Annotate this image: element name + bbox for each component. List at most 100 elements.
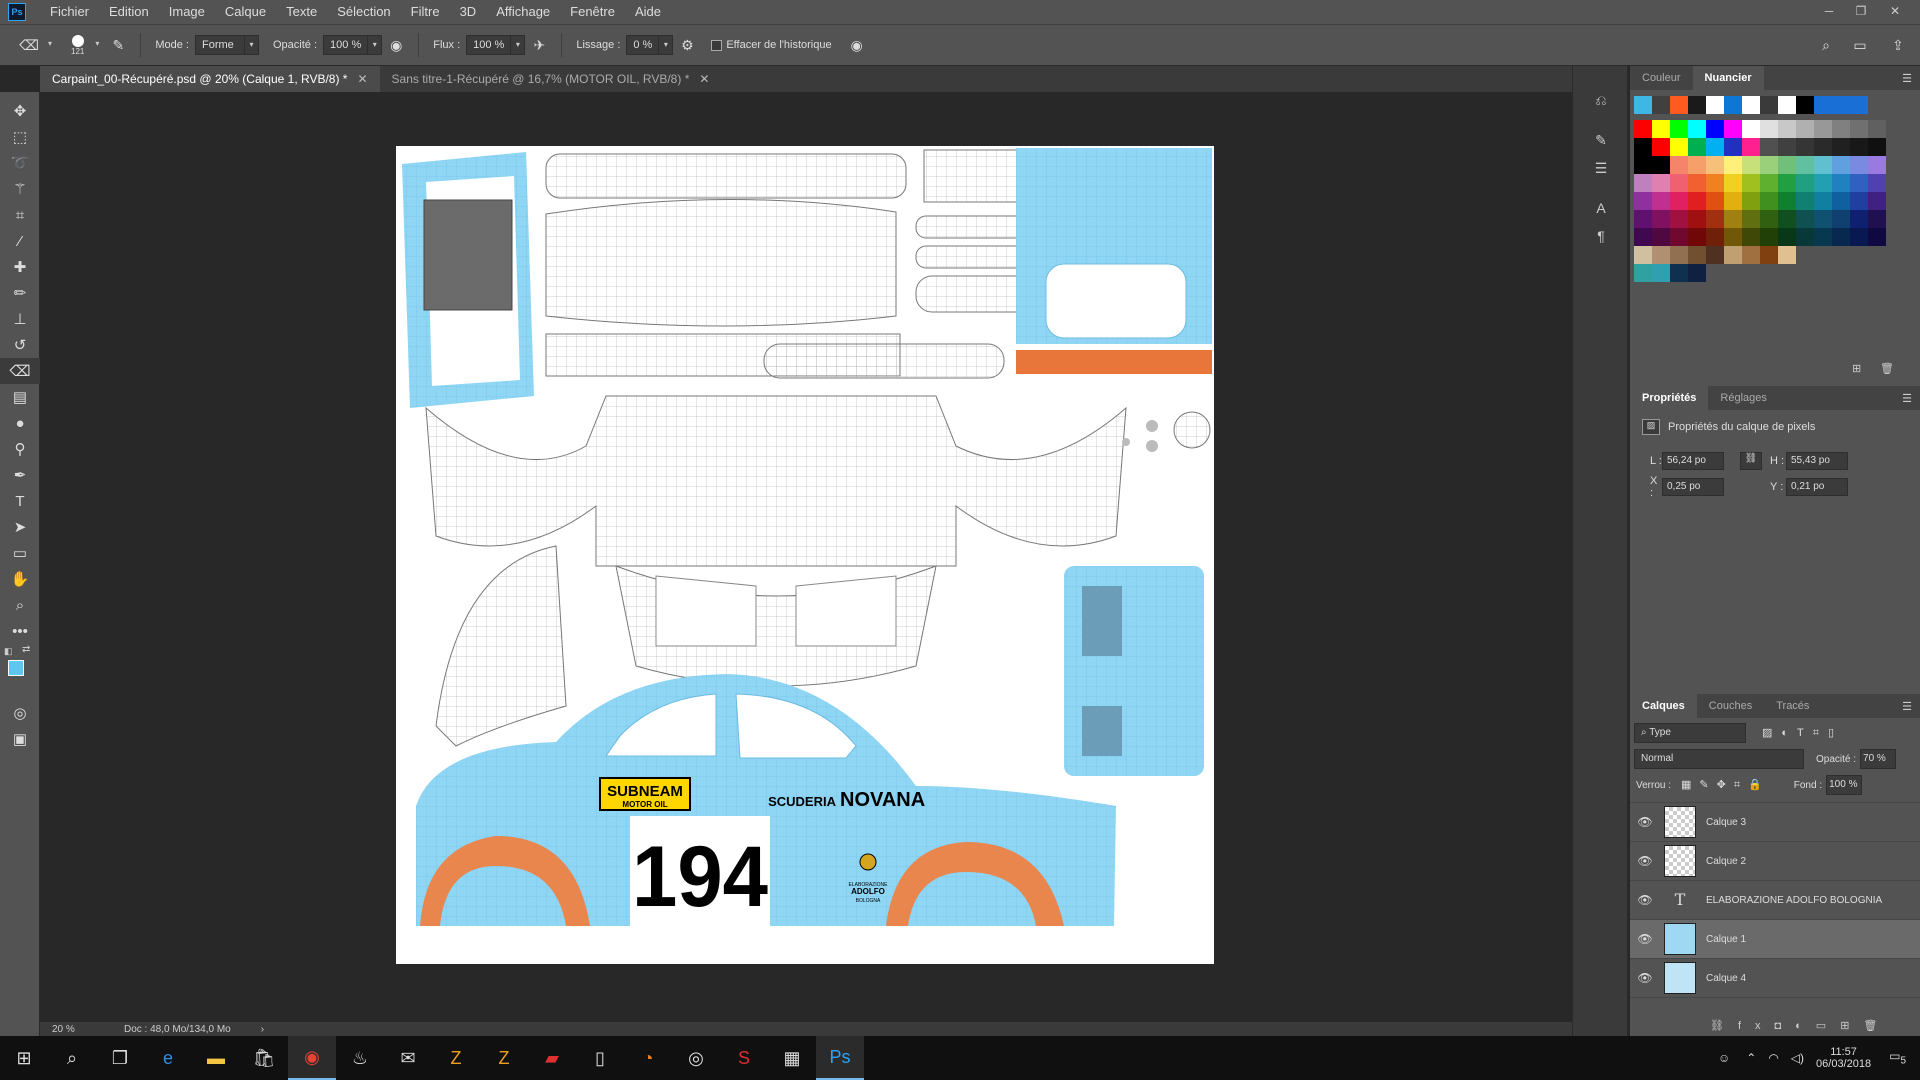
minimize-icon[interactable]: ─ — [1814, 0, 1844, 24]
color-swatch[interactable] — [1796, 192, 1814, 210]
flow-input[interactable]: 100 % — [466, 35, 512, 55]
color-swatch[interactable] — [1670, 174, 1688, 192]
color-swatch[interactable] — [1670, 156, 1688, 174]
color-swatch[interactable] — [1832, 96, 1850, 114]
color-swatch[interactable] — [1634, 192, 1652, 210]
shape-tool-icon[interactable]: ▭ — [0, 540, 40, 566]
color-swatch[interactable] — [1796, 96, 1814, 114]
layer-row[interactable]: 👁 Calque 2 — [1630, 842, 1920, 881]
layer-name[interactable]: Calque 3 — [1706, 817, 1746, 828]
mode-select[interactable]: Forme — [195, 35, 245, 55]
color-swatch[interactable] — [1778, 210, 1796, 228]
panel-menu-icon[interactable]: ☰ — [1902, 72, 1912, 85]
layer-filter-select[interactable]: ⌕ Type — [1634, 723, 1746, 743]
color-swatch[interactable] — [1688, 174, 1706, 192]
crop-tool-icon[interactable]: ⌗ — [0, 202, 40, 228]
blend-mode-select[interactable]: Normal — [1634, 749, 1804, 769]
color-swatch[interactable] — [1706, 228, 1724, 246]
color-swatch[interactable] — [1724, 174, 1742, 192]
color-swatch[interactable] — [1760, 192, 1778, 210]
app-grid-icon[interactable]: ▦ — [768, 1036, 816, 1080]
paragraph-panel-icon[interactable]: ¶ — [1573, 222, 1629, 250]
width-input[interactable]: 56,24 po — [1662, 452, 1724, 470]
color-swatch[interactable] — [1796, 174, 1814, 192]
menu-edition[interactable]: Edition — [99, 0, 159, 24]
color-swatch[interactable] — [1850, 174, 1868, 192]
blur-tool-icon[interactable]: ● — [0, 410, 40, 436]
color-swatch[interactable] — [1670, 192, 1688, 210]
tab-couches[interactable]: Couches — [1697, 694, 1764, 718]
edge-icon[interactable]: e — [144, 1036, 192, 1080]
magic-wand-tool-icon[interactable]: ⚚ — [0, 176, 40, 202]
opacity-input[interactable]: 100 % — [323, 35, 369, 55]
healing-brush-tool-icon[interactable]: ✚ — [0, 254, 40, 280]
color-swatch[interactable] — [1670, 210, 1688, 228]
file-explorer-icon[interactable]: ▬ — [192, 1036, 240, 1080]
color-swatch[interactable] — [1688, 138, 1706, 156]
path-selection-tool-icon[interactable]: ➤ — [0, 514, 40, 540]
color-swatch[interactable] — [1778, 120, 1796, 138]
chevron-up-icon[interactable]: ⌃ — [1746, 1051, 1756, 1065]
lasso-tool-icon[interactable]: ➰ — [0, 150, 40, 176]
color-swatch[interactable] — [1634, 210, 1652, 228]
people-icon[interactable]: ☺ — [1718, 1051, 1730, 1065]
brush-size-picker[interactable]: 121 — [71, 34, 84, 56]
layer-name[interactable]: ELABORAZIONE ADOLFO BOLOGNIA — [1706, 895, 1882, 906]
chevron-down-icon[interactable]: ▾ — [659, 35, 674, 55]
color-swatch[interactable] — [1634, 156, 1652, 174]
chevron-down-icon[interactable]: ▾ — [43, 35, 57, 55]
color-swatch[interactable] — [1634, 264, 1652, 282]
menu-texte[interactable]: Texte — [276, 0, 327, 24]
color-swatch[interactable] — [1868, 228, 1886, 246]
color-swatch[interactable] — [1814, 120, 1832, 138]
new-swatch-icon[interactable]: ⊞ — [1852, 362, 1861, 375]
color-swatch[interactable] — [1832, 210, 1850, 228]
gradient-tool-icon[interactable]: ▤ — [0, 384, 40, 410]
color-swatch[interactable] — [1814, 174, 1832, 192]
app-red-icon[interactable]: ▰ — [528, 1036, 576, 1080]
smoothing-input[interactable]: 0 % — [626, 35, 660, 55]
menu-fichier[interactable]: Fichier — [40, 0, 99, 24]
tab-carpaint[interactable]: Carpaint_00-Récupéré.psd @ 20% (Calque 1… — [40, 66, 380, 92]
layer-actions[interactable]: ⛓fx◘◐▭⊞🗑 — [1710, 1019, 1891, 1032]
menu-selection[interactable]: Sélection — [327, 0, 400, 24]
color-swatch[interactable] — [1724, 138, 1742, 156]
color-swatch[interactable] — [1868, 192, 1886, 210]
tab-proprietes[interactable]: Propriétés — [1630, 386, 1709, 410]
color-swatch[interactable] — [1670, 228, 1688, 246]
color-swatch[interactable] — [1868, 120, 1886, 138]
tab-traces[interactable]: Tracés — [1764, 694, 1821, 718]
color-swatch[interactable] — [1778, 138, 1796, 156]
color-swatch[interactable] — [1724, 120, 1742, 138]
color-swatch[interactable] — [1724, 192, 1742, 210]
color-swatch[interactable] — [1796, 156, 1814, 174]
pen-tool-icon[interactable]: ✒ — [0, 462, 40, 488]
zoom-tool-icon[interactable]: ⌕ — [0, 592, 40, 618]
chevron-right-icon[interactable]: › — [261, 1024, 264, 1035]
color-swatch[interactable] — [1760, 156, 1778, 174]
color-swatch[interactable] — [1760, 246, 1778, 264]
default-colors-icon[interactable]: ◧ — [4, 646, 13, 657]
chevron-down-icon[interactable]: ▾ — [368, 35, 383, 55]
color-swatch[interactable] — [1832, 192, 1850, 210]
color-swatch[interactable] — [1742, 96, 1760, 114]
color-swatch[interactable] — [1868, 156, 1886, 174]
color-swatch[interactable] — [1778, 246, 1796, 264]
canvas-area[interactable]: SUBNEAM MOTOR OIL 194 SCUDERIA NOVANA EL… — [40, 92, 1572, 1022]
photoshop-icon[interactable]: Ps — [816, 1036, 864, 1080]
color-swatch[interactable] — [1778, 156, 1796, 174]
color-swatch[interactable] — [1634, 174, 1652, 192]
color-swatch[interactable] — [1850, 120, 1868, 138]
lock-icons[interactable]: ▦✎✥⌗🔒 — [1681, 778, 1770, 792]
color-swatch[interactable] — [1670, 96, 1688, 114]
tab-sans-titre[interactable]: Sans titre-1-Récupéré @ 16,7% (MOTOR OIL… — [380, 66, 722, 92]
tab-couleur[interactable]: Couleur — [1630, 66, 1693, 90]
color-swatch[interactable] — [1742, 138, 1760, 156]
color-swatch[interactable] — [1850, 228, 1868, 246]
color-swatch[interactable] — [1796, 228, 1814, 246]
eye-icon[interactable]: 👁 — [1630, 971, 1660, 985]
color-swatch[interactable] — [1850, 96, 1868, 114]
color-swatch[interactable] — [1868, 174, 1886, 192]
color-swatch[interactable] — [1688, 264, 1706, 282]
color-swatch[interactable] — [1652, 228, 1670, 246]
